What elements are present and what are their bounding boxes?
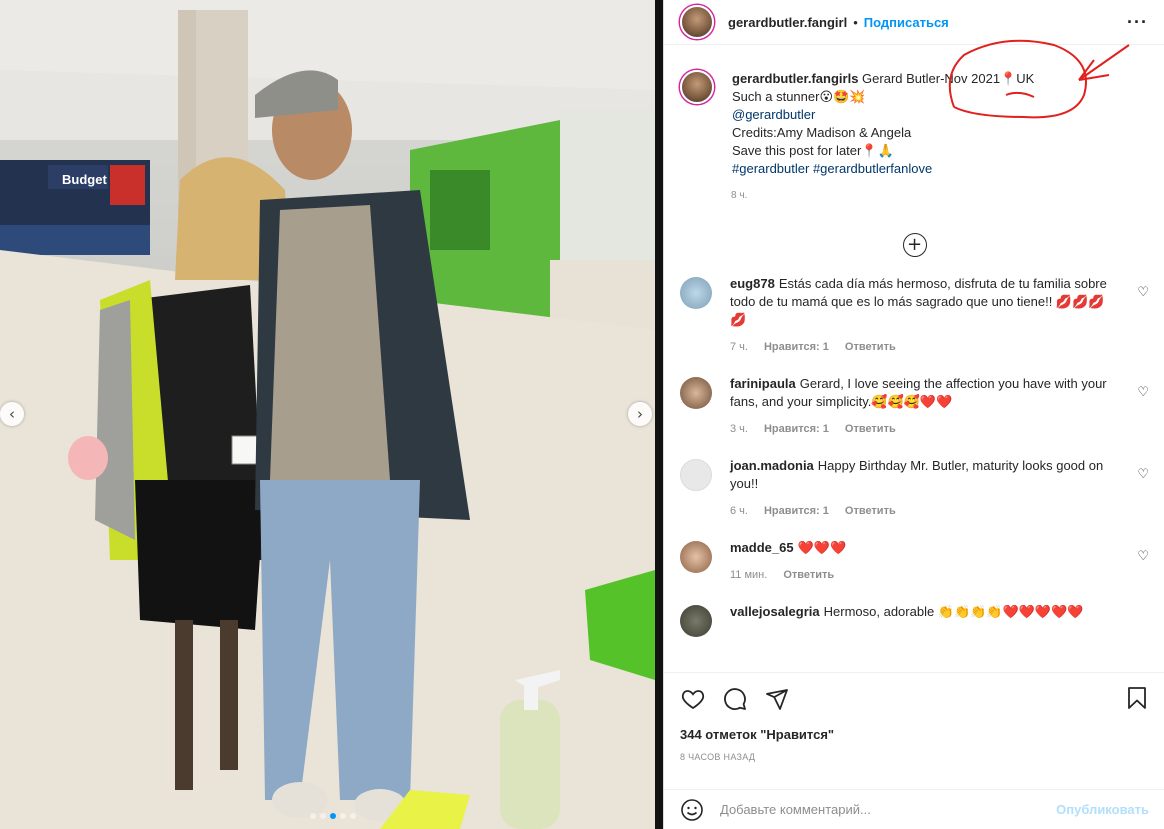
- photo-illustration: Budget: [0, 0, 655, 829]
- more-horizontal-icon[interactable]: ···: [1127, 12, 1148, 33]
- comment-time[interactable]: 7 ч.: [730, 341, 748, 353]
- carousel-dot: [340, 813, 346, 819]
- comment-text: Estás cada día más hermoso, disfruta de …: [730, 276, 1107, 327]
- red-annotation-scribble: [948, 39, 1130, 119]
- reply-button[interactable]: Ответить: [845, 505, 896, 517]
- follow-button[interactable]: Подписаться: [864, 15, 949, 30]
- comment-username[interactable]: joan.madonia: [730, 458, 814, 473]
- post-photo[interactable]: Budget ‹ ›: [0, 0, 655, 829]
- commenter-avatar[interactable]: [680, 377, 712, 409]
- comment-item: vallejosalegria Hermoso, adorable 👏👏👏👏❤️❤…: [664, 603, 1164, 637]
- comment-icon[interactable]: [722, 687, 748, 711]
- separator-dot: •: [853, 14, 858, 30]
- comment-likes[interactable]: Нравится: 1: [764, 505, 829, 517]
- commenter-avatar[interactable]: [680, 459, 712, 491]
- comment-username[interactable]: vallejosalegria: [730, 604, 820, 619]
- bookmark-icon[interactable]: [1125, 685, 1149, 711]
- comment-likes[interactable]: Нравится: 1: [764, 341, 829, 353]
- author-username[interactable]: gerardbutler.fangirl: [728, 15, 847, 30]
- author-avatar[interactable]: [680, 5, 714, 39]
- comment-item: joan.madonia Happy Birthday Mr. Butler, m…: [664, 457, 1164, 517]
- budget-sign-text: Budget: [62, 172, 107, 187]
- reply-button[interactable]: Ответить: [845, 423, 896, 435]
- previous-photo-button[interactable]: ‹: [0, 402, 24, 426]
- chevron-right-icon: ›: [637, 405, 643, 423]
- comment-item: madde_65 ❤️❤️❤️ 11 мин. Ответить ♡: [664, 539, 1164, 581]
- comment-username[interactable]: eug878: [730, 276, 775, 291]
- heart-icon[interactable]: ♡: [1137, 467, 1149, 482]
- commenter-avatar[interactable]: [680, 605, 712, 637]
- comment-time[interactable]: 6 ч.: [730, 505, 748, 517]
- caption-time: 8 ч.: [731, 190, 748, 201]
- load-more-comments[interactable]: +: [664, 225, 1164, 265]
- commenter-avatar[interactable]: [680, 277, 712, 309]
- publish-button[interactable]: Опубликовать: [1056, 802, 1149, 817]
- share-icon[interactable]: [764, 687, 790, 711]
- comment-username[interactable]: farinipaula: [730, 376, 796, 391]
- heart-icon[interactable]: ♡: [1137, 385, 1149, 400]
- post-details-panel: gerardbutler.fangirl • Подписаться ··· g…: [663, 0, 1164, 829]
- carousel-dot: [320, 813, 326, 819]
- caption-line-5: Save this post for later📍🙏: [732, 143, 894, 158]
- post-actions: 344 отметок "Нравится" 8 ЧАСОВ НАЗАД: [664, 672, 1164, 762]
- commenter-avatar[interactable]: [680, 541, 712, 573]
- comment-time[interactable]: 3 ч.: [730, 423, 748, 435]
- comments-list[interactable]: gerardbutler.fangirls Gerard Butler-Nov …: [664, 56, 1164, 670]
- plus-circle-icon[interactable]: +: [902, 233, 927, 257]
- caption-line-4: Credits:Amy Madison & Angela: [732, 125, 912, 140]
- add-comment-bar: Опубликовать: [664, 789, 1164, 829]
- comment-text: Hermoso, adorable 👏👏👏👏❤️❤️❤️❤️❤️: [823, 604, 1084, 619]
- comment-text: ❤️❤️❤️: [797, 540, 847, 555]
- comment-likes[interactable]: Нравится: 1: [764, 423, 829, 435]
- likes-count[interactable]: 344 отметок "Нравится": [680, 727, 1149, 742]
- carousel-dot-active: [330, 813, 336, 819]
- comment-input[interactable]: [720, 802, 1057, 817]
- divider: [655, 0, 663, 829]
- post-timestamp: 8 ЧАСОВ НАЗАД: [680, 752, 756, 762]
- comment-item: eug878 Estás cada día más hermoso, disfru…: [664, 275, 1164, 353]
- caption-avatar[interactable]: [680, 70, 714, 104]
- reply-button[interactable]: Ответить: [783, 569, 834, 581]
- carousel-dots: [310, 813, 356, 819]
- caption-username[interactable]: gerardbutler.fangirls: [732, 71, 858, 86]
- chevron-left-icon: ‹: [9, 405, 15, 423]
- emoji-icon[interactable]: [680, 798, 704, 822]
- carousel-dot: [310, 813, 316, 819]
- hashtag-links[interactable]: #gerardbutler #gerardbutlerfanlove: [732, 160, 1034, 178]
- comment-time[interactable]: 11 мин.: [730, 569, 767, 581]
- comment-item: farinipaula Gerard, I love seeing the aff…: [664, 375, 1164, 435]
- carousel-dot: [350, 813, 356, 819]
- heart-icon[interactable]: ♡: [1137, 549, 1149, 564]
- like-heart-icon[interactable]: [680, 687, 706, 711]
- reply-button[interactable]: Ответить: [845, 341, 896, 353]
- heart-icon[interactable]: ♡: [1137, 285, 1149, 300]
- next-photo-button[interactable]: ›: [628, 402, 652, 426]
- comment-username[interactable]: madde_65: [730, 540, 794, 555]
